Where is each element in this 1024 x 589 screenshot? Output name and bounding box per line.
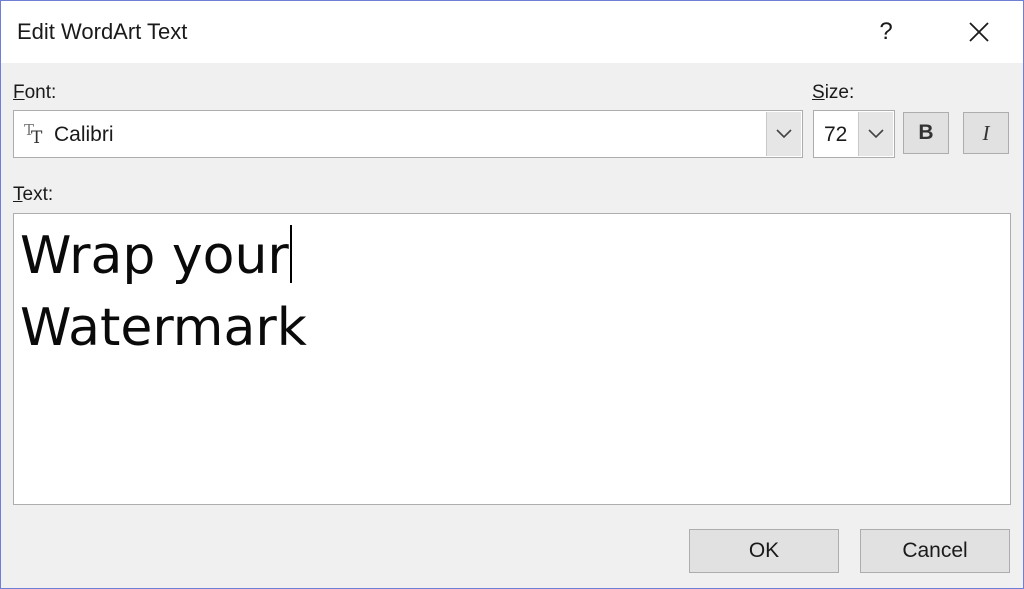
close-icon: [969, 22, 989, 42]
font-dropdown-button[interactable]: [766, 112, 801, 156]
font-label: Font:: [13, 82, 56, 104]
edit-wordart-dialog: Edit WordArt Text ? Font: Size: T T Cali…: [0, 0, 1024, 589]
font-select-value: Calibri: [54, 123, 114, 146]
dialog-title: Edit WordArt Text: [17, 19, 188, 44]
text-line-1: Wrap your: [20, 226, 289, 286]
svg-text:T: T: [31, 128, 43, 147]
text-line: Wrap your: [20, 220, 1004, 292]
text-line: Watermark: [20, 292, 1004, 364]
wordart-text-input[interactable]: Wrap your Watermark: [13, 213, 1011, 505]
cancel-button[interactable]: Cancel: [860, 529, 1010, 573]
title-bar: Edit WordArt Text ?: [1, 1, 1023, 63]
bold-button[interactable]: B: [903, 112, 949, 154]
help-button[interactable]: ?: [861, 13, 911, 51]
italic-button[interactable]: I: [963, 112, 1009, 154]
size-dropdown-button[interactable]: [858, 112, 893, 156]
font-label-accel: F: [13, 82, 25, 103]
size-select-value: 72: [824, 123, 848, 146]
chevron-down-icon: [776, 129, 792, 139]
ok-button[interactable]: OK: [689, 529, 839, 573]
text-label-accel: T: [13, 184, 23, 205]
chevron-down-icon: [868, 129, 884, 139]
size-label-accel: S: [812, 82, 825, 103]
size-label: Size:: [812, 82, 854, 104]
text-label-text: ext:: [22, 184, 54, 205]
font-select[interactable]: T T Calibri: [13, 110, 803, 158]
text-label: Text:: [13, 184, 53, 206]
font-label-text: ont:: [24, 82, 57, 103]
size-select[interactable]: 72: [813, 110, 895, 158]
truetype-font-icon: T T: [24, 121, 43, 147]
text-caret: [289, 225, 292, 283]
close-button[interactable]: [951, 13, 1007, 51]
size-label-text: ize:: [824, 82, 855, 103]
text-line-2: Watermark: [20, 298, 307, 358]
